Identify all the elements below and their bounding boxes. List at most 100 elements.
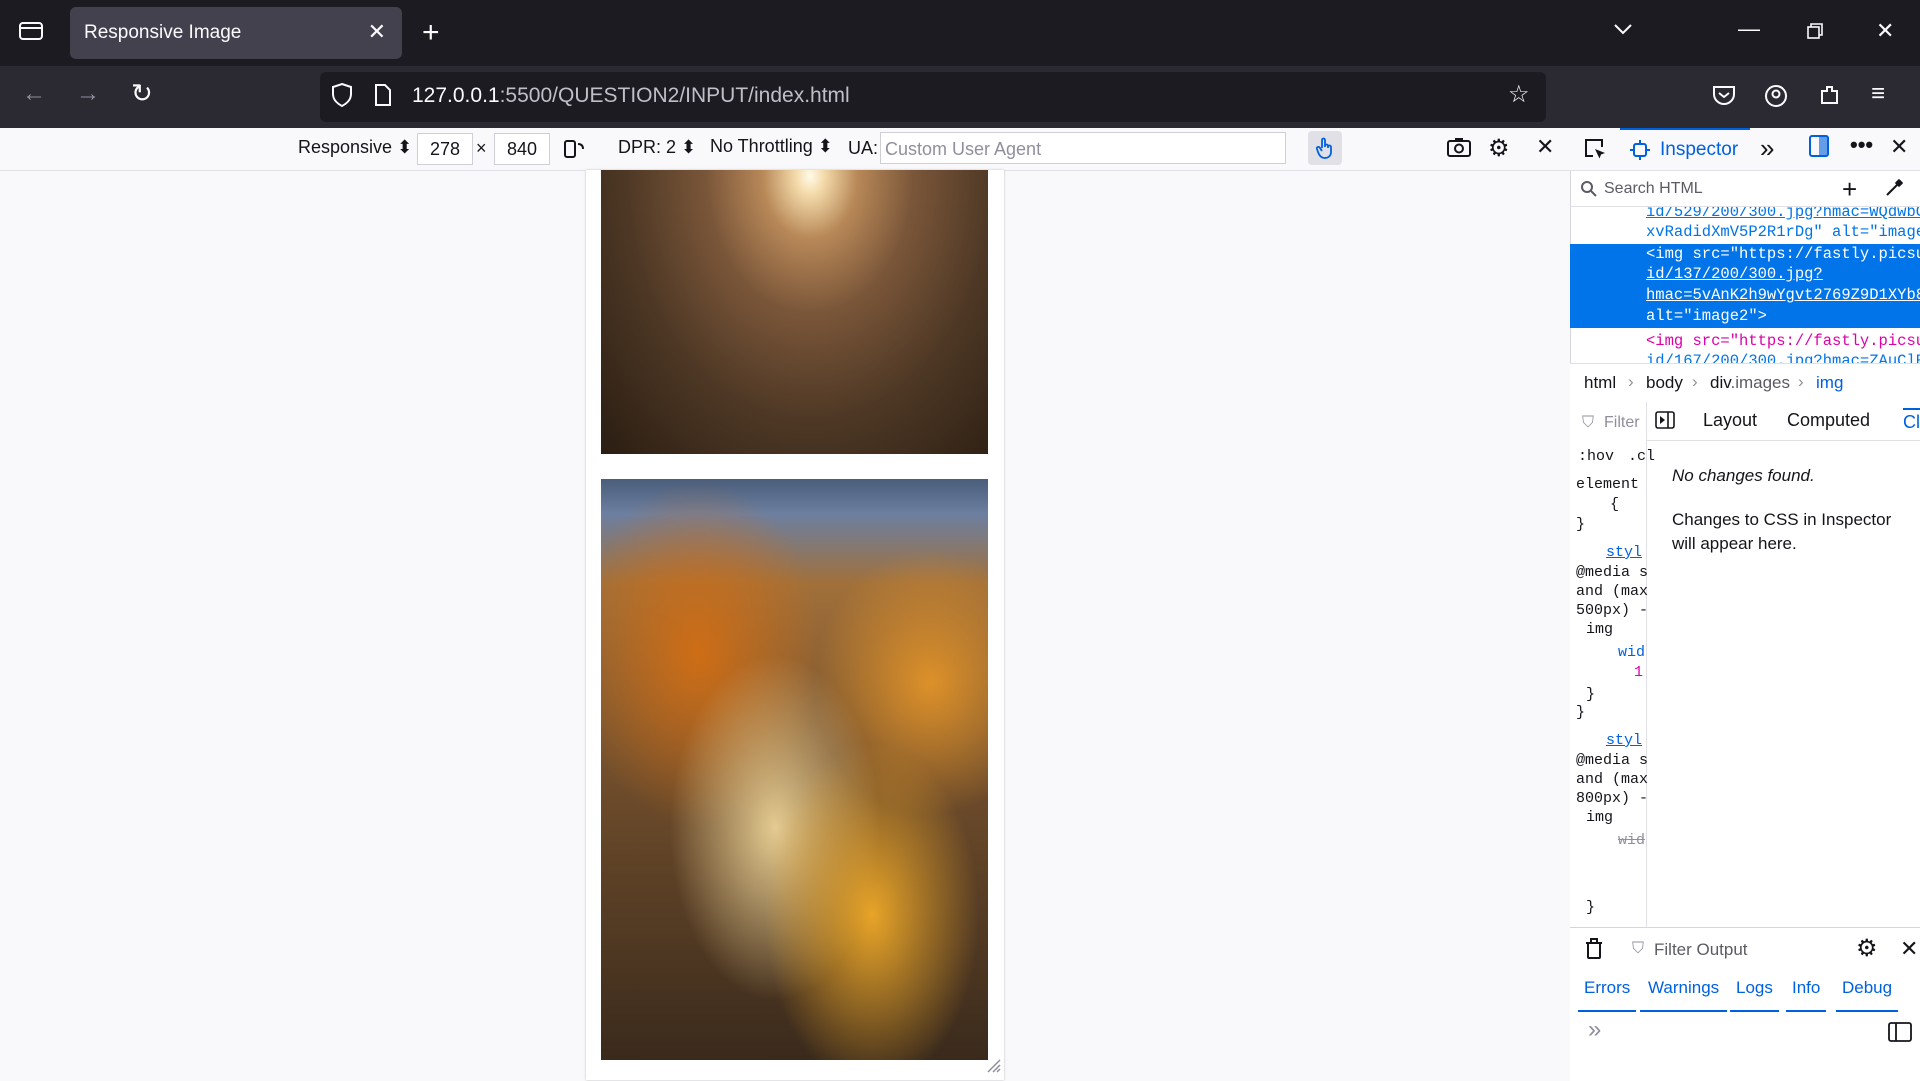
eyedropper-icon[interactable] (1884, 178, 1904, 203)
inspector-tab-label: Inspector (1660, 139, 1739, 160)
menu-icon[interactable]: ≡ (1871, 80, 1885, 108)
screenshot-icon[interactable] (1446, 136, 1472, 163)
rule-brace: } (1576, 516, 1586, 533)
stylesheet-link[interactable]: styl (1606, 732, 1642, 749)
stylesheet-link[interactable]: styl (1606, 544, 1642, 561)
clear-console-trash-icon[interactable] (1584, 938, 1604, 965)
search-icon (1580, 180, 1598, 203)
image1-tunnel (601, 170, 988, 454)
tab-computed[interactable]: Computed (1787, 410, 1870, 431)
tab-title: Responsive Image (84, 22, 242, 43)
user-agent-input[interactable]: Custom User Agent (880, 132, 1286, 164)
class-toggle[interactable]: .cl (1628, 448, 1655, 465)
dock-side-icon[interactable] (1808, 134, 1830, 163)
search-html-input[interactable]: Search HTML (1604, 180, 1703, 198)
device-label: Responsive (298, 137, 393, 157)
tab-layout[interactable]: Layout (1703, 410, 1757, 431)
viewport-width-input[interactable]: 278 (417, 133, 473, 165)
breadcrumb-separator-icon: › (1628, 372, 1634, 391)
css-property[interactable]: wid (1618, 644, 1645, 661)
markup-line-selected[interactable]: hmac=5vAnK2h9wYgvt2769Z9D1XYb8 (1646, 286, 1920, 304)
forward-icon[interactable]: → (76, 80, 100, 108)
breadcrumb-html[interactable]: html (1584, 373, 1616, 393)
close-rdm-icon[interactable]: ✕ (1536, 134, 1554, 160)
close-devtools-icon[interactable]: ✕ (1890, 134, 1908, 160)
dpr-selector[interactable]: DPR: 2 ⬍ (618, 137, 696, 158)
split-console-editor-icon[interactable] (1888, 1022, 1912, 1047)
bookmark-star-icon[interactable]: ☆ (1508, 80, 1530, 109)
viewport-height-input[interactable]: 840 (494, 133, 550, 165)
close-window-icon[interactable]: ✕ (1876, 18, 1894, 44)
breadcrumb-div[interactable]: div.images (1710, 373, 1790, 393)
reload-icon[interactable]: ↻ (131, 78, 153, 109)
rule-brace: { (1610, 496, 1620, 513)
image2-autumn-leaves (601, 479, 988, 1060)
rotate-viewport-icon[interactable] (562, 138, 586, 165)
console-tab-logs[interactable]: Logs (1730, 978, 1779, 1012)
console-tab-warnings[interactable]: Warnings (1640, 978, 1728, 1012)
element-picker-icon[interactable] (1582, 136, 1608, 167)
tracking-protection-icon[interactable] (330, 82, 354, 113)
throttling-label: No Throttling (710, 136, 813, 156)
url-text[interactable]: 127.0.0.1:5500/QUESTION2/INPUT/index.htm… (412, 84, 850, 108)
page-info-icon[interactable] (374, 84, 392, 111)
markup-line[interactable]: id/167/200/300.jpg?hmac=ZAuClR (1646, 352, 1920, 363)
markup-view: id/529/200/300.jpg?hmac=WQdwbO xvRadidXm… (1570, 206, 1920, 363)
minimize-icon[interactable]: — (1738, 16, 1760, 42)
element-rule-label: element (1576, 476, 1640, 493)
markup-line[interactable]: id/529/200/300.jpg?hmac=WQdwbO (1646, 207, 1920, 221)
markup-line[interactable]: <img src="https://fastly.picsum (1646, 332, 1920, 350)
css-value[interactable]: 1 (1634, 664, 1643, 681)
markup-line-selected[interactable]: <img src="https://fastly.picsum (1646, 245, 1920, 263)
list-tabs-icon[interactable] (1612, 18, 1634, 45)
console-tab-debug[interactable]: Debug (1836, 978, 1899, 1012)
url-path: :5500/QUESTION2/INPUT/index.html (499, 84, 850, 107)
close-tab-icon[interactable]: ✕ (368, 19, 386, 45)
close-console-icon[interactable]: ✕ (1900, 936, 1918, 962)
device-selector[interactable]: Responsive ⬍ (298, 137, 412, 158)
rule-brace: } (1586, 899, 1596, 916)
css-property-overridden[interactable]: wid (1618, 832, 1645, 849)
tab-groups-icon[interactable] (18, 18, 44, 48)
filter-output-input[interactable]: Filter Output (1654, 940, 1748, 960)
back-icon[interactable]: ← (22, 80, 46, 108)
rule-selector[interactable]: img (1586, 621, 1613, 638)
breadcrumb-separator-icon: › (1798, 372, 1804, 391)
ua-label: UA: (848, 138, 879, 158)
media-query-line: @media s (1576, 752, 1649, 769)
filter-icon: ⛉ (1632, 940, 1645, 957)
console-settings-gear-icon[interactable]: ⚙ (1856, 934, 1878, 963)
pocket-icon[interactable] (1712, 84, 1736, 111)
devtools-menu-icon[interactable]: ••• (1850, 132, 1873, 158)
breadcrumb-img[interactable]: img (1816, 373, 1843, 393)
settings-gear-icon[interactable]: ⚙ (1488, 134, 1510, 163)
new-tab-icon[interactable]: + (422, 16, 440, 50)
viewport-resize-handle[interactable] (985, 1057, 1001, 1073)
breadcrumb-body[interactable]: body (1646, 373, 1683, 393)
filter-icon: ⛉ (1582, 414, 1595, 431)
add-node-icon[interactable]: + (1842, 174, 1857, 205)
touch-simulation-button[interactable] (1308, 131, 1342, 165)
console-tab-info[interactable]: Info (1786, 978, 1827, 1012)
more-tools-chevron-icon[interactable]: » (1760, 133, 1774, 164)
rule-brace: } (1576, 704, 1586, 721)
tab-changes[interactable]: Cl (1903, 408, 1920, 442)
console-tab-errors[interactable]: Errors (1578, 978, 1637, 1012)
console-prompt-chevron-icon: » (1588, 1016, 1602, 1043)
console-tab-label: Errors (1584, 978, 1631, 997)
rules-filter-input[interactable]: Filter (1604, 414, 1640, 432)
sidebar-tabs: Layout Computed Cl (1647, 402, 1920, 441)
extensions-icon[interactable] (1818, 83, 1842, 112)
tab-inspector[interactable]: Inspector (1620, 128, 1750, 170)
rule-selector[interactable]: img (1586, 809, 1613, 826)
markup-line-selected[interactable]: id/137/200/300.jpg? (1646, 265, 1823, 283)
throttling-selector[interactable]: No Throttling ⬍ (710, 136, 833, 157)
hover-pseudo-toggle[interactable]: :hov (1578, 448, 1614, 465)
markup-line-selected[interactable]: alt="image2"> (1646, 307, 1767, 325)
restore-icon[interactable] (1806, 22, 1824, 45)
changes-note: Changes to CSS in Inspector will appear … (1672, 510, 1892, 553)
toggle-sidebar-icon[interactable] (1655, 411, 1675, 434)
tab-responsive-image[interactable]: Responsive Image ✕ (70, 7, 402, 59)
markup-line[interactable]: xvRadidXmV5P2R1rDg" alt="image1 (1646, 223, 1920, 241)
account-icon[interactable] (1764, 84, 1788, 113)
